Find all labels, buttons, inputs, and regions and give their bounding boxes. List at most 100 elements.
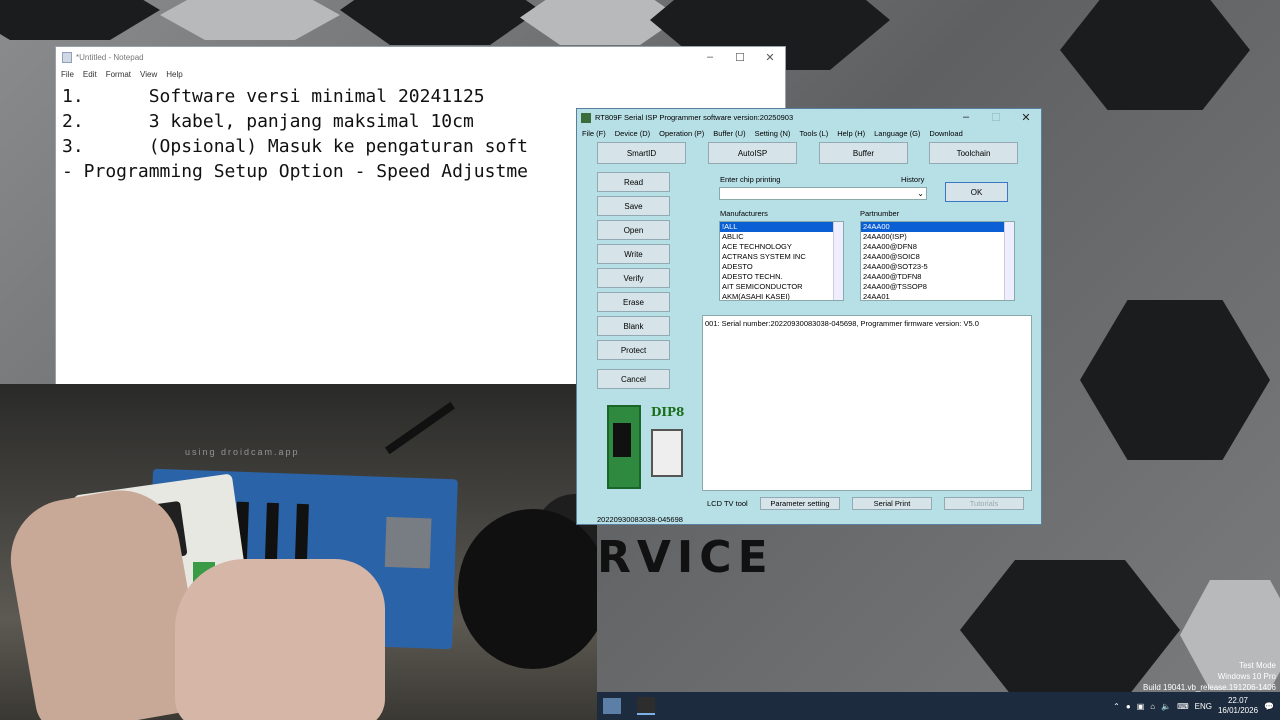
menu-help[interactable]: Help — [166, 70, 182, 79]
notepad-titlebar[interactable]: *Untitled - Notepad – ☐ ✕ — [56, 47, 785, 67]
maximize-icon[interactable]: ☐ — [981, 111, 1011, 124]
cancel-button[interactable]: Cancel — [597, 369, 670, 389]
list-item[interactable]: 24AA00@TSSOP8 — [861, 282, 1014, 292]
menu-language[interactable]: Language (G) — [874, 129, 920, 138]
bg-hex — [1080, 300, 1270, 460]
tray-app-icon[interactable]: ▣ — [1137, 702, 1145, 711]
scrollbar[interactable] — [833, 222, 843, 300]
list-item[interactable]: ACTRANS SYSTEM INC — [720, 252, 843, 262]
menu-file[interactable]: File (F) — [582, 129, 606, 138]
wallpaper-service-text: RVICE — [597, 532, 774, 583]
write-button[interactable]: Write — [597, 244, 670, 264]
maximize-icon[interactable]: ☐ — [725, 51, 755, 64]
camera-feed: using droidcam.app — [0, 384, 597, 720]
list-item[interactable]: 24AA01 — [861, 292, 1014, 300]
menu-device[interactable]: Device (D) — [615, 129, 650, 138]
keyboard-icon[interactable]: ⌨ — [1177, 702, 1189, 711]
close-icon[interactable]: ✕ — [755, 51, 785, 64]
erase-button[interactable]: Erase — [597, 292, 670, 312]
list-item[interactable]: ABLIC — [720, 232, 843, 242]
history-label: History — [901, 175, 925, 184]
close-icon[interactable]: ✕ — [1011, 111, 1041, 124]
partnumber-list[interactable]: 24AA00 24AA00(ISP) 24AA00@DFN8 24AA00@SO… — [860, 221, 1015, 301]
list-item[interactable]: 24AA00(ISP) — [861, 232, 1014, 242]
menu-download[interactable]: Download — [929, 129, 962, 138]
manufacturers-list[interactable]: !ALL ABLIC ACE TECHNOLOGY ACTRANS SYSTEM… — [719, 221, 844, 301]
manufacturers-label: Manufacturers — [720, 209, 768, 218]
menu-file[interactable]: File — [61, 70, 74, 79]
chip-printing-input[interactable]: ⌄ — [719, 187, 927, 200]
log-output[interactable]: 001: Serial number:20220930083038-045698… — [702, 315, 1032, 491]
parameter-setting-button[interactable]: Parameter setting — [760, 497, 840, 510]
watermark-line: Test Mode — [1239, 661, 1276, 670]
power-cable — [384, 401, 456, 455]
rt-app-icon — [581, 112, 591, 123]
list-item[interactable]: 24AA00 — [861, 222, 1014, 232]
menu-operation[interactable]: Operation (P) — [659, 129, 704, 138]
chevron-up-icon[interactable]: ⌃ — [1113, 702, 1120, 711]
save-button[interactable]: Save — [597, 196, 670, 216]
tutorials-button[interactable]: Tutorials — [944, 497, 1024, 510]
volume-icon[interactable]: 🔈 — [1161, 702, 1171, 711]
rt809f-window[interactable]: RT809F Serial ISP Programmer software ve… — [576, 108, 1042, 525]
rt-titlebar[interactable]: RT809F Serial ISP Programmer software ve… — [577, 109, 1041, 126]
list-item[interactable]: ADESTO — [720, 262, 843, 272]
menu-tools[interactable]: Tools (L) — [799, 129, 828, 138]
menu-view[interactable]: View — [140, 70, 157, 79]
lcd-tv-tool-label[interactable]: LCD TV tool — [707, 499, 748, 508]
ok-button[interactable]: OK — [945, 182, 1008, 202]
minimize-icon[interactable]: – — [951, 111, 981, 124]
blank-button[interactable]: Blank — [597, 316, 670, 336]
toolchain-button[interactable]: Toolchain — [929, 142, 1018, 164]
list-item[interactable]: 24AA00@TDFN8 — [861, 272, 1014, 282]
bg-hex — [1060, 0, 1250, 110]
os-watermark: Test Mode Windows 10 Pro Build 19041.vb_… — [1143, 660, 1276, 693]
scrollbar[interactable] — [1004, 222, 1014, 300]
menu-buffer[interactable]: Buffer (U) — [713, 129, 745, 138]
text-line: 1. Software versi minimal 20241125 — [62, 86, 485, 107]
smartid-button[interactable]: SmartID — [597, 142, 686, 164]
chip-orientation-icon — [651, 429, 683, 477]
buffer-button[interactable]: Buffer — [819, 142, 908, 164]
taskbar: ⌃ ● ▣ ⌂ 🔈 ⌨ ENG 22.07 16/01/2026 💬 — [597, 692, 1280, 720]
menu-help[interactable]: Help (H) — [837, 129, 865, 138]
clock[interactable]: 22.07 16/01/2026 — [1218, 696, 1258, 716]
list-item[interactable]: AIT SEMICONDUCTOR — [720, 282, 843, 292]
list-item[interactable]: ADESTO TECHN. — [720, 272, 843, 282]
list-item[interactable]: 24AA00@SOIC8 — [861, 252, 1014, 262]
list-item[interactable]: AKM(ASAHI KASEI) — [720, 292, 843, 300]
menu-setting[interactable]: Setting (N) — [755, 129, 791, 138]
taskbar-rt809f-icon[interactable] — [637, 697, 655, 715]
lamp-base — [458, 509, 597, 669]
clock-date: 16/01/2026 — [1217, 706, 1259, 715]
list-item[interactable]: 24AA00@DFN8 — [861, 242, 1014, 252]
protect-button[interactable]: Protect — [597, 340, 670, 360]
taskbar-app-icon[interactable] — [603, 698, 621, 714]
bg-hex — [0, 0, 160, 40]
chip-printing-label: Enter chip printing — [720, 175, 781, 184]
autoisp-button[interactable]: AutoISP — [708, 142, 797, 164]
language-indicator[interactable]: ENG — [1195, 702, 1212, 711]
notepad-icon — [62, 51, 72, 63]
list-item[interactable]: !ALL — [720, 222, 843, 232]
log-line: 001: Serial number:20220930083038-045698… — [705, 319, 979, 328]
network-icon[interactable]: ⌂ — [1150, 702, 1155, 711]
read-button[interactable]: Read — [597, 172, 670, 192]
open-button[interactable]: Open — [597, 220, 670, 240]
menu-format[interactable]: Format — [106, 70, 131, 79]
dip8-adapter-illustration: DIP8 — [599, 391, 687, 493]
verify-button[interactable]: Verify — [597, 268, 670, 288]
minimize-icon[interactable]: – — [695, 51, 725, 64]
hand-right — [175, 559, 385, 720]
list-item[interactable]: ACE TECHNOLOGY — [720, 242, 843, 252]
partnumber-label: Partnumber — [860, 209, 900, 218]
serial-print-button[interactable]: Serial Print — [852, 497, 932, 510]
bg-hex — [160, 0, 340, 40]
notification-icon[interactable]: 💬 — [1264, 702, 1274, 711]
chevron-down-icon[interactable]: ⌄ — [917, 189, 924, 198]
rt-title: RT809F Serial ISP Programmer software ve… — [595, 113, 794, 122]
microphone-icon[interactable]: ● — [1126, 702, 1131, 711]
list-item[interactable]: 24AA00@SOT23-5 — [861, 262, 1014, 272]
dip8-label: DIP8 — [651, 405, 685, 419]
menu-edit[interactable]: Edit — [83, 70, 97, 79]
